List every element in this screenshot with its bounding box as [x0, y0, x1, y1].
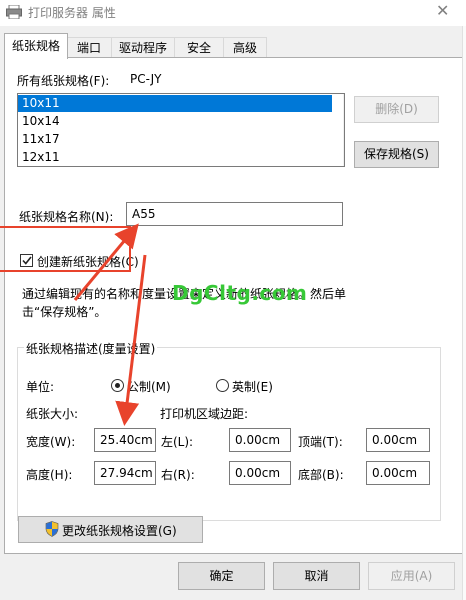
tab-paper-forms[interactable]: 纸张规格 — [4, 33, 68, 59]
background-window-edge — [462, 26, 466, 600]
annotation-arrow-up — [73, 223, 139, 301]
annotation-arrow-down — [115, 254, 147, 426]
watermark-text: DgCltg.com — [172, 281, 308, 305]
